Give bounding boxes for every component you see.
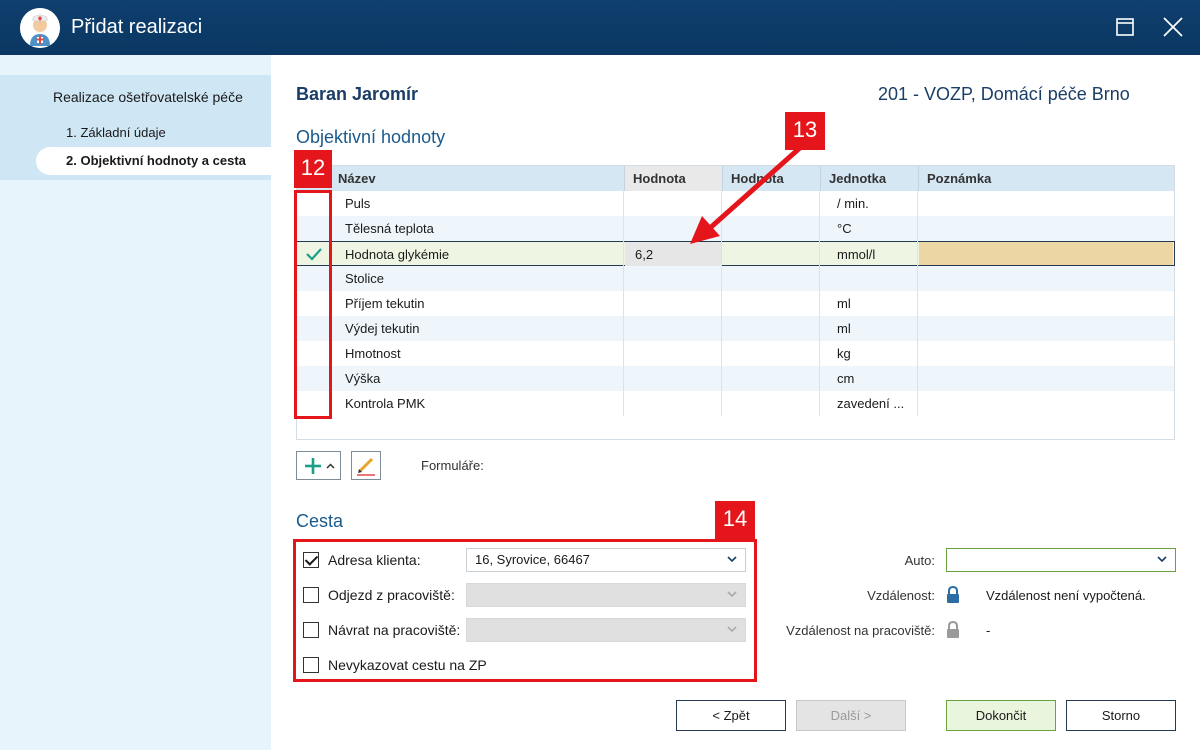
nurse-avatar-icon [20, 8, 60, 48]
distance-value: Vzdálenost není vypočtená. [986, 588, 1146, 603]
cell-unit[interactable]: cm [829, 366, 917, 391]
cell-value[interactable] [625, 391, 721, 416]
cell-unit[interactable]: zavedení ... [829, 391, 917, 416]
lock-icon [945, 620, 961, 639]
cell-name: Hmotnost [345, 346, 401, 361]
close-icon[interactable] [1160, 14, 1186, 40]
car-label: Auto: [904, 553, 935, 568]
cell-value2[interactable] [723, 341, 819, 366]
column-header-name[interactable]: Název [329, 166, 624, 191]
cell-unit[interactable]: ml [829, 316, 917, 341]
cell-value2[interactable] [723, 391, 819, 416]
sidebar-step-objective[interactable]: 2. Objektivní hodnoty a cesta [36, 147, 271, 175]
cell-name: Výška [345, 371, 381, 386]
route-section-title: Cesta [296, 511, 344, 531]
cell-name: Příjem tekutin [345, 296, 425, 311]
cell-unit[interactable]: °C [829, 216, 917, 241]
cell-note[interactable] [919, 316, 1173, 341]
cell-unit[interactable]: ml [829, 291, 917, 316]
cell-name: Stolice [345, 271, 385, 286]
cell-value[interactable] [625, 366, 721, 391]
cell-name: Kontrola PMK [345, 396, 426, 411]
cell-value[interactable] [625, 266, 721, 291]
table-row[interactable]: Příjem tekutin ml [297, 291, 1174, 316]
cell-unit[interactable]: kg [829, 341, 917, 366]
cell-note[interactable] [919, 291, 1173, 316]
cell-value2[interactable] [723, 366, 819, 391]
car-select[interactable] [946, 548, 1176, 572]
cancel-button[interactable]: Storno [1066, 700, 1176, 731]
cell-value2[interactable] [723, 291, 819, 316]
lock-icon [945, 585, 961, 604]
title-bar: Přidat realizaci [0, 0, 1200, 55]
column-header-unit[interactable]: Jednotka [820, 166, 918, 191]
next-button[interactable]: Další > [796, 700, 906, 731]
cell-name: Hodnota glykémie [345, 247, 450, 262]
cell-value[interactable] [625, 291, 721, 316]
table-row[interactable]: Kontrola PMK zavedení ... [297, 391, 1174, 416]
column-header-note[interactable]: Poznámka [918, 166, 1174, 191]
cell-note[interactable] [919, 266, 1173, 291]
forms-label: Formuláře: [421, 458, 484, 473]
pencil-icon [357, 457, 375, 476]
cell-note[interactable] [919, 391, 1173, 416]
wizard-sidebar: Realizace ošetřovatelské péče 1. Základn… [0, 55, 271, 750]
annotation-badge-14: 14 [715, 501, 755, 539]
window-title: Přidat realizaci [71, 16, 203, 38]
chevron-down-icon [1157, 556, 1167, 563]
cell-unit[interactable]: mmol/l [829, 242, 917, 267]
annotation-arrow-13 [690, 144, 804, 244]
cell-unit[interactable]: / min. [829, 191, 917, 216]
annotation-box-14 [293, 539, 757, 682]
distance-workplace-value: - [986, 623, 991, 638]
distance-workplace-label: Vzdálenost na pracoviště: [786, 623, 935, 638]
plus-icon [305, 458, 335, 474]
finish-button[interactable]: Dokončit [946, 700, 1056, 731]
sidebar-step-basic[interactable]: 1. Základní údaje [66, 125, 166, 140]
cell-name: Výdej tekutin [345, 321, 420, 336]
add-value-button[interactable] [296, 451, 341, 480]
cell-value2[interactable] [723, 266, 819, 291]
edit-value-button[interactable] [351, 451, 381, 480]
table-row[interactable]: Výdej tekutin ml [297, 316, 1174, 341]
objective-section-title: Objektivní hodnoty [296, 127, 446, 147]
maximize-icon[interactable] [1112, 14, 1138, 40]
cell-value[interactable] [625, 316, 721, 341]
cell-unit[interactable] [829, 266, 917, 291]
back-button[interactable]: < Zpět [676, 700, 786, 731]
cell-note[interactable] [919, 191, 1173, 216]
annotation-badge-12: 12 [294, 150, 332, 188]
cell-name: Tělesná teplota [345, 221, 434, 236]
cell-note[interactable] [919, 216, 1173, 241]
table-row[interactable]: Hmotnost kg [297, 341, 1174, 366]
patient-name: Baran Jaromír [296, 84, 419, 104]
cell-name: Puls [345, 196, 371, 211]
table-row[interactable]: Výška cm [297, 366, 1174, 391]
cell-note[interactable] [919, 242, 1173, 265]
cell-note[interactable] [919, 366, 1173, 391]
cell-note[interactable] [919, 341, 1173, 366]
cell-value[interactable] [625, 341, 721, 366]
sidebar-group-title: Realizace ošetřovatelské péče [53, 89, 243, 105]
cell-value2[interactable] [723, 316, 819, 341]
insurer-info: 201 - VOZP, Domácí péče Brno [878, 84, 1130, 104]
distance-label: Vzdálenost: [867, 588, 935, 603]
annotation-box-12 [294, 190, 332, 419]
table-row[interactable]: Stolice [297, 266, 1174, 291]
